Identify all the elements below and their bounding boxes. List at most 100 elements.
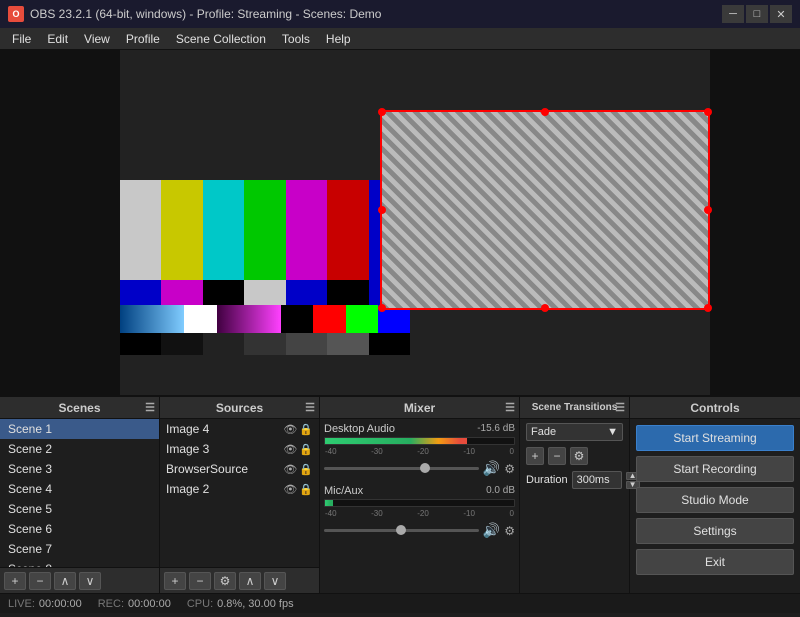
duration-input[interactable]: [572, 471, 622, 489]
close-button[interactable]: ✕: [770, 5, 792, 23]
desktop-audio-mute[interactable]: 🔊: [483, 460, 500, 477]
desktop-audio-level: [325, 438, 467, 444]
rec-label: REC:: [98, 598, 124, 610]
mic-aux-meter: [324, 499, 515, 507]
desktop-audio-knob[interactable]: [420, 463, 430, 473]
live-time: 00:00:00: [39, 598, 82, 610]
controls-header-label: Controls: [690, 401, 739, 415]
mic-aux-header: Mic/Aux 0.0 dB: [324, 485, 515, 497]
source-lock-icon[interactable]: 🔒: [299, 423, 313, 436]
source-list-item[interactable]: Image 3 👁 🔒: [160, 439, 319, 459]
start-recording-button[interactable]: Start Recording: [636, 456, 794, 482]
sources-panel-header: Sources ☰: [160, 397, 319, 419]
resize-handle-tr[interactable]: [704, 108, 712, 116]
settings-button[interactable]: Settings: [636, 518, 794, 544]
source-eye-icon[interactable]: 👁: [283, 443, 297, 456]
source-up-button[interactable]: ∧: [239, 572, 261, 590]
resize-handle-br[interactable]: [704, 304, 712, 312]
config-transition-button[interactable]: ⚙: [570, 447, 588, 465]
scene-down-button[interactable]: ∨: [79, 572, 101, 590]
add-source-button[interactable]: +: [164, 572, 186, 590]
menu-item-scene-collection[interactable]: Scene Collection: [168, 30, 274, 48]
scene-list-item[interactable]: Scene 4: [0, 479, 159, 499]
exit-button[interactable]: Exit: [636, 549, 794, 575]
scenes-panel-header: Scenes ☰: [0, 397, 159, 419]
source-list-item[interactable]: Image 2 👁 🔒: [160, 479, 319, 499]
mic-aux-slider[interactable]: [324, 529, 479, 532]
studio-mode-button[interactable]: Studio Mode: [636, 487, 794, 513]
source-list: Image 4 👁 🔒 Image 3 👁 🔒 BrowserSource 👁 …: [160, 419, 319, 567]
mic-aux-level: [325, 500, 333, 506]
source-icons: 👁 🔒: [283, 463, 313, 476]
source-eye-icon[interactable]: 👁: [283, 463, 297, 476]
controls-panel-header: Controls: [630, 397, 800, 419]
scenes-config-icon[interactable]: ☰: [145, 401, 155, 414]
scene-list-item[interactable]: Scene 7: [0, 539, 159, 559]
source-label: BrowserSource: [166, 462, 248, 476]
source-label: Image 3: [166, 442, 209, 456]
add-transition-button[interactable]: +: [526, 447, 544, 465]
scene-list-item[interactable]: Scene 2: [0, 439, 159, 459]
source-icons: 👁 🔒: [283, 443, 313, 456]
menu-item-file[interactable]: File: [4, 30, 39, 48]
scene-list-item[interactable]: Scene 8: [0, 559, 159, 567]
scene-list-item[interactable]: Scene 1: [0, 419, 159, 439]
resize-handle-bl[interactable]: [378, 304, 386, 312]
scene-up-button[interactable]: ∧: [54, 572, 76, 590]
mixer-header-label: Mixer: [404, 401, 435, 415]
desktop-audio-label: Desktop Audio: [324, 423, 395, 435]
start-streaming-button[interactable]: Start Streaming: [636, 425, 794, 451]
scenes-footer: + − ∧ ∨: [0, 567, 159, 593]
desktop-audio-slider[interactable]: [324, 467, 479, 470]
selected-source-overlay[interactable]: [380, 110, 710, 310]
source-lock-icon[interactable]: 🔒: [299, 463, 313, 476]
transitions-header-label: Scene Transitions: [532, 402, 618, 413]
source-lock-icon[interactable]: 🔒: [299, 443, 313, 456]
remove-source-button[interactable]: −: [189, 572, 211, 590]
source-eye-icon[interactable]: 👁: [283, 423, 297, 436]
source-eye-icon[interactable]: 👁: [283, 483, 297, 496]
sources-panel: Sources ☰ Image 4 👁 🔒 Image 3 👁 🔒 Browse…: [160, 397, 320, 593]
mic-aux-gear[interactable]: ⚙: [504, 524, 515, 538]
menu-item-edit[interactable]: Edit: [39, 30, 76, 48]
source-lock-icon[interactable]: 🔒: [299, 483, 313, 496]
resize-handle-ml[interactable]: [378, 206, 386, 214]
scene-list-item[interactable]: Scene 6: [0, 519, 159, 539]
source-list-item[interactable]: Image 4 👁 🔒: [160, 419, 319, 439]
remove-transition-button[interactable]: −: [548, 447, 566, 465]
scene-list-item[interactable]: Scene 3: [0, 459, 159, 479]
menu-item-profile[interactable]: Profile: [118, 30, 168, 48]
source-icons: 👁 🔒: [283, 483, 313, 496]
add-scene-button[interactable]: +: [4, 572, 26, 590]
menu-item-view[interactable]: View: [76, 30, 118, 48]
sources-config-icon[interactable]: ☰: [305, 401, 315, 414]
remove-scene-button[interactable]: −: [29, 572, 51, 590]
mic-aux-label: Mic/Aux: [324, 485, 363, 497]
desktop-audio-gear[interactable]: ⚙: [504, 462, 515, 476]
mixer-content: Desktop Audio -15.6 dB -40 -30 -20 -10 0: [320, 419, 519, 593]
resize-handle-tc[interactable]: [541, 108, 549, 116]
source-down-button[interactable]: ∨: [264, 572, 286, 590]
minimize-button[interactable]: ─: [722, 5, 744, 23]
source-settings-button[interactable]: ⚙: [214, 572, 236, 590]
scene-list-item[interactable]: Scene 5: [0, 499, 159, 519]
resize-handle-tl[interactable]: [378, 108, 386, 116]
transition-selector[interactable]: Fade ▼: [526, 423, 623, 441]
mic-aux-mute[interactable]: 🔊: [483, 522, 500, 539]
maximize-button[interactable]: □: [746, 5, 768, 23]
desktop-audio-db: -15.6 dB: [477, 423, 515, 435]
live-label: LIVE:: [8, 598, 35, 610]
menu-item-tools[interactable]: Tools: [274, 30, 318, 48]
menu-item-help[interactable]: Help: [318, 30, 359, 48]
menu-bar: FileEditViewProfileScene CollectionTools…: [0, 28, 800, 50]
source-list-item[interactable]: BrowserSource 👁 🔒: [160, 459, 319, 479]
mic-aux-knob[interactable]: [396, 525, 406, 535]
transitions-config-icon[interactable]: ☰: [615, 401, 625, 414]
cpu-value: 0.8%, 30.00 fps: [217, 598, 293, 610]
title-text: OBS 23.2.1 (64-bit, windows) - Profile: …: [30, 7, 722, 21]
resize-handle-mr[interactable]: [704, 206, 712, 214]
scene-list: Scene 1Scene 2Scene 3Scene 4Scene 5Scene…: [0, 419, 159, 567]
mixer-config-icon[interactable]: ☰: [505, 401, 515, 414]
resize-handle-bc[interactable]: [541, 304, 549, 312]
bottom-area: Scenes ☰ Scene 1Scene 2Scene 3Scene 4Sce…: [0, 395, 800, 593]
